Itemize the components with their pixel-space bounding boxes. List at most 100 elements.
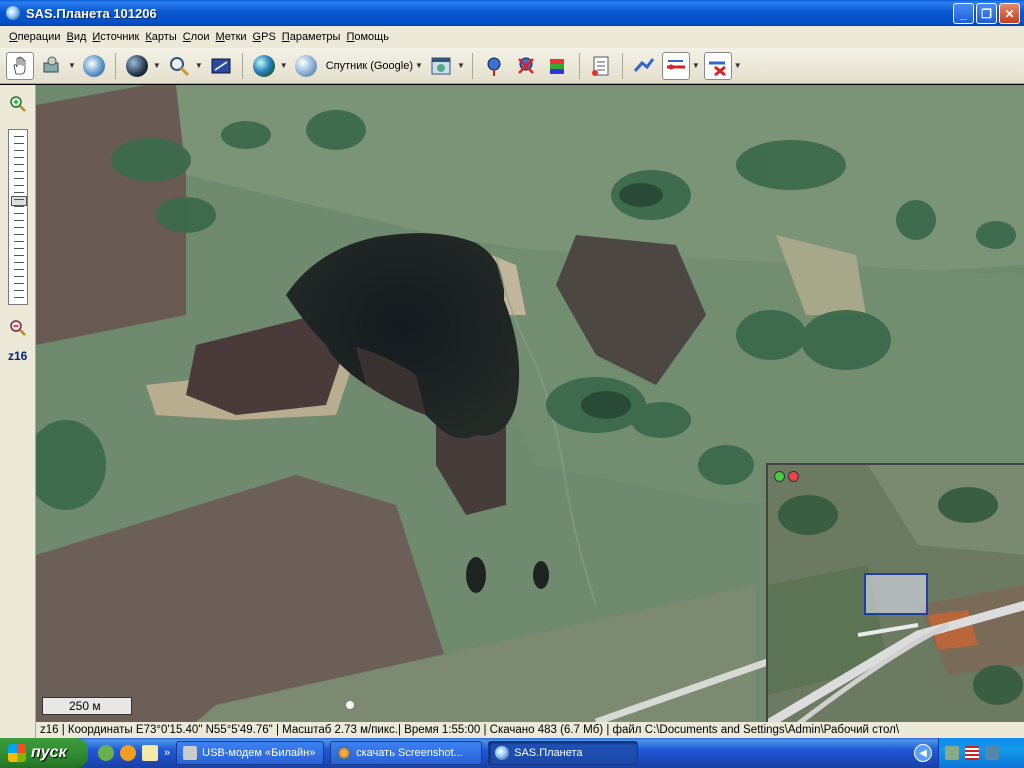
toolbar-separator: [621, 52, 623, 79]
minimize-button[interactable]: _: [953, 3, 974, 24]
globe-icon[interactable]: [123, 52, 151, 80]
chevron-down-icon[interactable]: ▼: [692, 61, 700, 70]
earth-icon[interactable]: [250, 52, 278, 80]
route-delete-icon[interactable]: [703, 51, 732, 80]
chevron-down-icon[interactable]: ▼: [457, 61, 465, 70]
zoom-slider-tick: [14, 171, 24, 172]
menu-operations[interactable]: Операции: [6, 31, 63, 43]
menu-gps[interactable]: GPS: [250, 31, 279, 43]
menu-layers[interactable]: Слои: [180, 31, 213, 43]
zoom-slider-tick: [14, 269, 24, 270]
zoom-slider-thumb[interactable]: [11, 196, 27, 206]
zoom-slider-tick: [14, 276, 24, 277]
sas-planeta-icon: [495, 746, 510, 760]
menu-view[interactable]: Вид: [63, 31, 89, 43]
tray-app-icon[interactable]: [985, 746, 999, 760]
move-icon[interactable]: [38, 52, 66, 80]
zoom-slider[interactable]: [8, 129, 28, 305]
menu-help[interactable]: Помощь: [343, 31, 392, 43]
toolbar-separator: [241, 52, 243, 79]
start-label: пуск: [31, 744, 67, 761]
overview-minimap[interactable]: [766, 463, 1024, 722]
magnifier-icon[interactable]: [165, 52, 193, 80]
zoom-slider-tick: [14, 262, 24, 263]
notepad-icon[interactable]: [142, 745, 158, 761]
chevron-down-icon[interactable]: ▼: [153, 61, 161, 70]
chevron-down-icon[interactable]: ▼: [280, 61, 288, 70]
chevron-down-icon[interactable]: ▼: [734, 61, 742, 70]
maximize-button[interactable]: ❐: [976, 3, 997, 24]
task-sas-planeta[interactable]: SAS.Планета: [488, 741, 639, 765]
marks-list-icon[interactable]: [587, 52, 615, 80]
marker-layers-icon[interactable]: [544, 52, 572, 80]
zoom-in-icon[interactable]: [9, 95, 27, 113]
minimap-zoom-in-icon[interactable]: [774, 471, 785, 482]
zoom-slider-tick: [14, 206, 24, 207]
window-title: SAS.Планета 101206: [26, 5, 157, 21]
app-icon: [6, 6, 20, 20]
start-button[interactable]: пуск: [0, 738, 88, 768]
minimap-zoom-out-icon[interactable]: [788, 471, 799, 482]
zoom-slider-tick: [14, 220, 24, 221]
chevron-down-icon[interactable]: ▼: [415, 61, 423, 70]
zoom-slider-tick: [14, 213, 24, 214]
zoom-slider-tick: [14, 241, 24, 242]
avast-icon[interactable]: [120, 745, 136, 761]
gps-icon[interactable]: [80, 52, 108, 80]
menu-maps[interactable]: Карты: [142, 31, 179, 43]
tray-expand-icon[interactable]: ◀: [914, 744, 932, 762]
zoom-panel: z16: [0, 85, 36, 738]
hand-pan-icon[interactable]: [6, 51, 34, 80]
task-firefox[interactable]: скачать Screenshot...: [330, 741, 483, 765]
zoom-slider-tick: [14, 283, 24, 284]
chevron-down-icon[interactable]: ▼: [195, 61, 203, 70]
close-button[interactable]: ✕: [999, 3, 1020, 24]
zoom-slider-tick: [14, 178, 24, 179]
zoom-slider-tick: [14, 136, 24, 137]
scale-bar: 250 м: [42, 697, 132, 715]
minimap-viewport-frame[interactable]: [864, 573, 928, 615]
route-edit-icon[interactable]: [661, 51, 690, 80]
task-usb-modem[interactable]: USB-модем «Билайн»: [176, 741, 325, 765]
zoom-slider-tick: [14, 234, 24, 235]
toolbar-separator: [578, 52, 580, 79]
menu-bar: Операции Вид Источник Карты Слои Метки G…: [0, 26, 1024, 48]
task-label: скачать Screenshot...: [356, 747, 463, 759]
network-icon[interactable]: [945, 746, 959, 760]
fullscreen-icon[interactable]: [207, 52, 235, 80]
title-bar: SAS.Планета 101206 _ ❐ ✕: [0, 0, 1024, 26]
zoom-slider-tick: [14, 248, 24, 249]
toolbar-separator: [114, 52, 116, 79]
scale-label: 250 м: [69, 699, 101, 713]
satellite-source-icon[interactable]: [292, 52, 320, 80]
menu-marks[interactable]: Метки: [213, 31, 250, 43]
marker-icon[interactable]: [480, 52, 508, 80]
zoom-slider-tick: [14, 297, 24, 298]
map-source-label[interactable]: Спутник (Google): [326, 60, 413, 72]
zoom-slider-tick: [14, 143, 24, 144]
menu-settings[interactable]: Параметры: [279, 31, 344, 43]
firefox-icon: [337, 746, 352, 760]
chevron-down-icon[interactable]: ▼: [68, 61, 76, 70]
task-label: USB-модем «Билайн»: [202, 747, 316, 759]
windows-logo-icon: [8, 744, 26, 762]
taskbar: пуск » USB-модем «Билайн» скачать Screen…: [0, 738, 1024, 768]
quick-launch: »: [98, 745, 170, 761]
toolbar-separator: [471, 52, 473, 79]
toolbar: ▼ ▼ ▼ ▼ Спутник (Google) ▼ ▼ ▼ ▼: [0, 48, 1024, 84]
language-flag-icon[interactable]: [965, 746, 979, 760]
utorrent-icon[interactable]: [98, 745, 114, 761]
modem-icon: [183, 746, 198, 760]
zoom-slider-tick: [14, 290, 24, 291]
route-icon[interactable]: [630, 52, 658, 80]
quick-launch-more[interactable]: »: [164, 747, 170, 759]
marker-remove-icon[interactable]: [512, 52, 540, 80]
system-tray: [938, 738, 1024, 768]
zoom-slider-tick: [14, 192, 24, 193]
zoom-slider-tick: [14, 227, 24, 228]
map-window-icon[interactable]: [427, 52, 455, 80]
zoom-out-icon[interactable]: [9, 319, 27, 337]
satellite-map[interactable]: 250 м: [36, 85, 1024, 722]
menu-source[interactable]: Источник: [89, 31, 142, 43]
zoom-slider-tick: [14, 185, 24, 186]
